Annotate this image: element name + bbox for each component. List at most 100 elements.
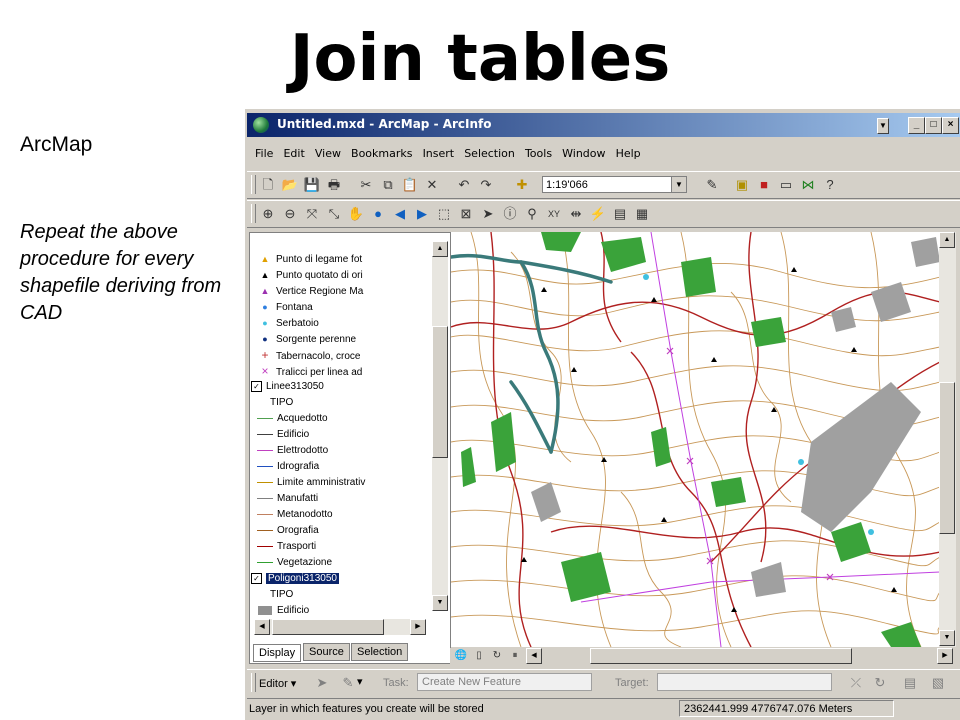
zoom-out-icon[interactable]: ⊖ (281, 205, 299, 223)
add-data-icon[interactable]: ✚ (513, 176, 531, 194)
layer-visibility-checkbox[interactable]: ✓ (251, 380, 262, 392)
refresh-icon[interactable]: ↻ (488, 647, 506, 665)
save-icon[interactable]: 💾 (303, 176, 321, 194)
open-folder-icon[interactable]: 📂 (281, 176, 299, 194)
toolbar-grip[interactable] (251, 204, 256, 223)
sketch-dropdown-icon[interactable]: ▾ (357, 675, 363, 688)
tab-selection[interactable]: Selection (351, 643, 409, 661)
toc-vertical-scrollbar[interactable]: ▲ ▼ (432, 241, 448, 611)
maximize-button[interactable]: □ (925, 117, 942, 134)
toc-legend-item: ● Sorgente perenne (254, 331, 424, 347)
attributes-icon[interactable]: ▤ (901, 674, 919, 692)
scroll-right-icon[interactable]: ▶ (410, 619, 426, 635)
table-of-contents: ▲ Punto di legame fot ▲ Punto quotato di o… (249, 232, 451, 664)
scroll-thumb[interactable] (590, 648, 852, 664)
go-to-xy-icon[interactable]: XY (545, 205, 563, 223)
scroll-down-icon[interactable]: ▼ (939, 630, 955, 646)
scroll-right-icon[interactable]: ▶ (937, 648, 953, 664)
layout-view-icon[interactable]: ▯ (470, 647, 488, 665)
rotate-tool-icon[interactable]: ↻ (871, 674, 889, 692)
model-builder-icon[interactable]: ⋈ (799, 176, 817, 194)
menu-edit[interactable]: Edit (283, 147, 304, 160)
whats-this-icon[interactable]: ? (821, 176, 839, 194)
zoom-in-icon[interactable]: ⊕ (259, 205, 277, 223)
menu-window[interactable]: Window (562, 147, 605, 160)
title-dropdown-icon[interactable]: ▼ (877, 118, 889, 134)
print-icon[interactable]: 🖶 (325, 176, 343, 194)
toc-layer-row[interactable]: −✓Poligoni313050 (250, 571, 424, 587)
clear-selection-icon[interactable]: ⊠ (457, 205, 475, 223)
toc-layer-row[interactable]: −✓Linee313050 (250, 379, 424, 395)
new-document-icon[interactable]: 🗋 (259, 176, 277, 194)
menu-bar: File Edit View Bookmarks Insert Selectio… (255, 147, 648, 165)
menu-selection[interactable]: Selection (464, 147, 515, 160)
select-elements-icon[interactable]: ➤ (479, 205, 497, 223)
map-vertical-scrollbar[interactable]: ▲ ▼ (939, 232, 956, 647)
split-tool-icon[interactable]: ⤫ (847, 674, 865, 692)
arctoolbox-icon[interactable]: ■ (755, 176, 773, 194)
identify-icon[interactable]: ⓘ (501, 205, 519, 223)
delete-icon[interactable]: ✕ (423, 176, 441, 194)
target-dropdown[interactable] (657, 673, 832, 691)
toc-horizontal-scrollbar[interactable]: ◀ ▶ (254, 619, 426, 635)
command-line-icon[interactable]: ▭ (777, 176, 795, 194)
menu-view[interactable]: View (315, 147, 341, 160)
fixed-zoom-out-icon[interactable]: ⤡ (325, 205, 343, 223)
map-scale-combo[interactable]: 1:19'066 ▼ (542, 176, 687, 193)
scroll-left-icon[interactable]: ◀ (526, 648, 542, 664)
forward-extent-icon[interactable]: ▶ (413, 205, 431, 223)
editor-toolbar-icon[interactable]: ✎ (703, 176, 721, 194)
chevron-down-icon[interactable]: ▼ (671, 177, 686, 192)
scroll-down-icon[interactable]: ▼ (432, 595, 448, 611)
select-features-icon[interactable]: ⬚ (435, 205, 453, 223)
title-bar: Untitled.mxd - ArcMap - ArcInfo ▼ _ □ × (247, 113, 960, 137)
hyperlink-icon[interactable]: ⚡ (589, 205, 607, 223)
data-view-icon[interactable]: 🌐 (452, 647, 470, 665)
tab-display[interactable]: Display (253, 644, 302, 662)
scroll-thumb[interactable] (939, 382, 955, 534)
arccatalog-icon[interactable]: ▣ (733, 176, 751, 194)
close-button[interactable]: × (942, 117, 959, 134)
full-extent-icon[interactable]: ● (369, 205, 387, 223)
menu-insert[interactable]: Insert (423, 147, 455, 160)
toc-legend-item: ▲ Vertice Regione Ma (254, 283, 424, 299)
minimize-button[interactable]: _ (908, 117, 925, 134)
measure-icon[interactable]: ⇹ (567, 205, 585, 223)
scroll-thumb[interactable] (432, 326, 448, 458)
toolbar-grip[interactable] (251, 175, 256, 194)
scroll-up-icon[interactable]: ▲ (939, 232, 955, 248)
toolbar-grip[interactable] (251, 673, 256, 692)
scroll-left-icon[interactable]: ◀ (254, 619, 270, 635)
map-canvas[interactable] (451, 232, 940, 647)
pan-icon[interactable]: ✋ (347, 205, 365, 223)
editor-menu[interactable]: Editor ▾ (259, 677, 296, 690)
editor-toolbar: Editor ▾ ➤ ✎ ▾ Task: Create New Feature … (247, 669, 960, 696)
html-popup-icon[interactable]: ▤ (611, 205, 629, 223)
map-view[interactable] (450, 232, 940, 647)
copy-icon[interactable]: ⧉ (379, 176, 397, 194)
edit-tool-icon[interactable]: ➤ (313, 674, 331, 692)
layer-visibility-checkbox[interactable]: ✓ (251, 572, 262, 584)
fixed-zoom-in-icon[interactable]: ⤧ (303, 205, 321, 223)
time-slider-icon[interactable]: ▦ (633, 205, 651, 223)
cross-symbol-icon: + (261, 348, 269, 362)
globe-icon (253, 117, 269, 133)
menu-bookmarks[interactable]: Bookmarks (351, 147, 412, 160)
redo-icon[interactable]: ↷ (477, 176, 495, 194)
menu-file[interactable]: File (255, 147, 273, 160)
tab-source[interactable]: Source (303, 643, 350, 661)
sketch-properties-icon[interactable]: ▧ (929, 674, 947, 692)
task-dropdown[interactable]: Create New Feature (417, 673, 592, 691)
find-icon[interactable]: ⚲ (523, 205, 541, 223)
pause-drawing-icon[interactable]: ⏸ (506, 647, 524, 665)
back-extent-icon[interactable]: ◀ (391, 205, 409, 223)
menu-tools[interactable]: Tools (525, 147, 552, 160)
cut-icon[interactable]: ✂ (357, 176, 375, 194)
menu-help[interactable]: Help (616, 147, 641, 160)
line-symbol-icon (257, 449, 273, 451)
scroll-thumb[interactable] (272, 619, 384, 635)
paste-icon[interactable]: 📋 (401, 176, 419, 194)
sketch-tool-icon[interactable]: ✎ (339, 674, 357, 692)
scroll-up-icon[interactable]: ▲ (432, 241, 448, 257)
undo-icon[interactable]: ↶ (455, 176, 473, 194)
